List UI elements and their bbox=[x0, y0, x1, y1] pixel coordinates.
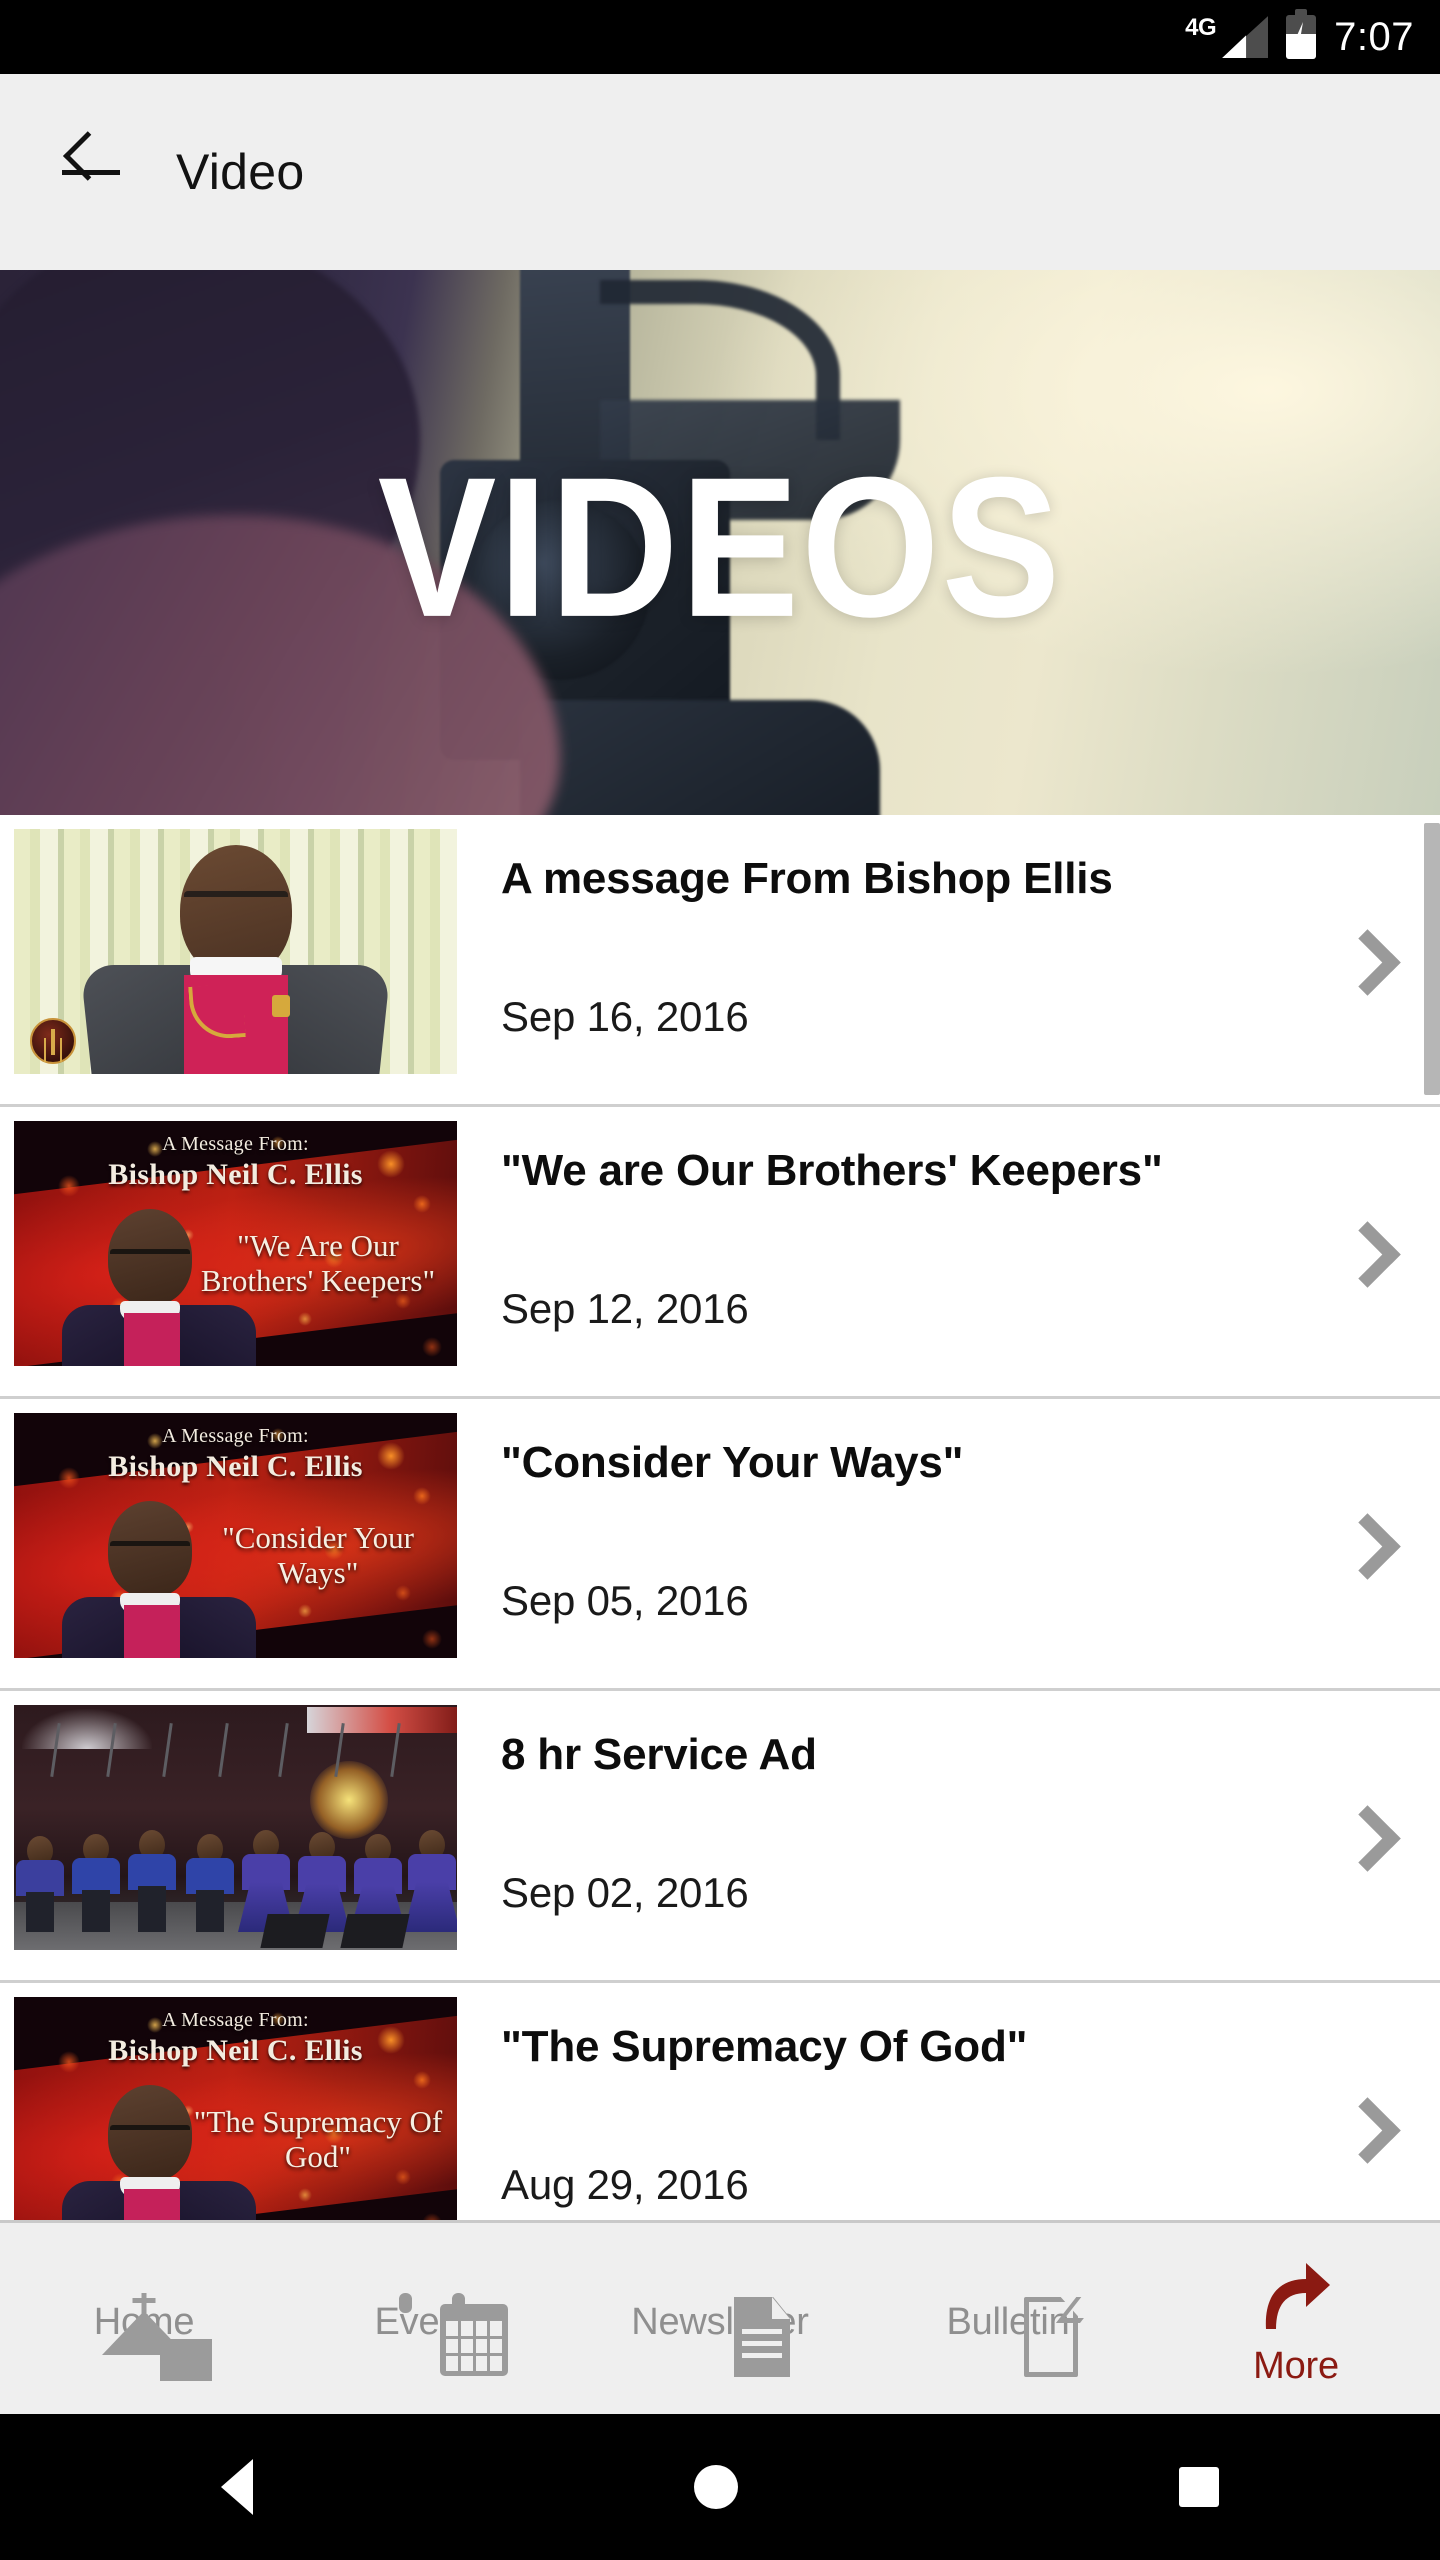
tab-newsletter[interactable]: Newsletter bbox=[576, 2223, 864, 2414]
chevron-right-icon[interactable] bbox=[1342, 2105, 1388, 2151]
video-thumbnail[interactable] bbox=[14, 1705, 457, 1950]
clock-label: 7:07 bbox=[1334, 15, 1414, 59]
video-title: "The Supremacy Of God" bbox=[501, 2022, 1028, 2071]
choir-member bbox=[72, 1834, 120, 1932]
chevron-right-icon[interactable] bbox=[1342, 1521, 1388, 1567]
tab-events[interactable]: Events bbox=[288, 2223, 576, 2414]
thumbnail-art bbox=[14, 829, 457, 1074]
signal-bars-icon bbox=[1222, 16, 1269, 58]
thumbnail-quote: "Consider Your Ways" bbox=[222, 1520, 414, 1590]
video-list-item[interactable]: A message From Bishop Ellis Sep 16, 2016 bbox=[0, 815, 1440, 1104]
chevron-right-icon[interactable] bbox=[1342, 1229, 1388, 1275]
thumbnail-speaker: Bishop Neil C. Ellis bbox=[108, 1158, 363, 1191]
chevron-right-icon[interactable] bbox=[1342, 937, 1388, 983]
thumbnail-speaker: Bishop Neil C. Ellis bbox=[108, 1450, 363, 1483]
chevron-right-icon[interactable] bbox=[1342, 1813, 1388, 1859]
video-list-item[interactable]: 8 hr Service Ad Sep 02, 2016 bbox=[0, 1691, 1440, 1980]
hero-title: VIDEOS bbox=[377, 434, 1063, 658]
android-back-icon[interactable] bbox=[220, 2459, 253, 2515]
thumbnail-speaker: Bishop Neil C. Ellis bbox=[108, 2034, 363, 2067]
video-title: A message From Bishop Ellis bbox=[501, 854, 1113, 903]
video-thumbnail[interactable]: A Message From: Bishop Neil C. Ellis "The… bbox=[14, 1997, 457, 2242]
choir-member bbox=[128, 1830, 176, 1932]
thumbnail-quote: "We Are Our Brothers' Keepers" bbox=[200, 1228, 436, 1298]
choir-member bbox=[16, 1836, 64, 1932]
thumbnail-art: A Message From: Bishop Neil C. Ellis "We … bbox=[14, 1121, 457, 1366]
bottom-tab-bar[interactable]: Home Events Newsletter Bulletin More bbox=[0, 2220, 1440, 2414]
tab-bulletin[interactable]: Bulletin bbox=[864, 2223, 1152, 2414]
video-title: "We are Our Brothers' Keepers" bbox=[501, 1146, 1163, 1195]
video-title: 8 hr Service Ad bbox=[501, 1730, 817, 1779]
curved-arrow-icon bbox=[1254, 2249, 1338, 2337]
video-date: Aug 29, 2016 bbox=[501, 2161, 749, 2209]
android-home-icon[interactable] bbox=[693, 2465, 738, 2509]
back-arrow-icon[interactable] bbox=[62, 148, 120, 196]
choir-member bbox=[404, 1830, 457, 1932]
hero-banner: VIDEOS bbox=[0, 270, 1440, 815]
church-seal-watermark bbox=[30, 1018, 76, 1064]
android-recents-icon[interactable] bbox=[1179, 2467, 1220, 2507]
video-thumbnail[interactable] bbox=[14, 829, 457, 1074]
video-date: Sep 16, 2016 bbox=[501, 993, 749, 1041]
tab-label: More bbox=[1253, 2345, 1339, 2387]
scrollbar-thumb[interactable] bbox=[1424, 823, 1440, 1095]
thumbnail-caption: A Message From: Bishop Neil C. Ellis bbox=[14, 1425, 457, 1485]
video-thumbnail[interactable]: A Message From: Bishop Neil C. Ellis "We … bbox=[14, 1121, 457, 1366]
page-title: Video bbox=[176, 144, 305, 200]
video-title: "Consider Your Ways" bbox=[501, 1438, 964, 1487]
video-date: Sep 12, 2016 bbox=[501, 1285, 749, 1333]
choir-member bbox=[186, 1834, 234, 1932]
thumbnail-quote: "The Supremacy Of God" bbox=[193, 2104, 443, 2174]
video-date: Sep 02, 2016 bbox=[501, 1869, 749, 1917]
video-date: Sep 05, 2016 bbox=[501, 1577, 749, 1625]
thumbnail-caption: A Message From: Bishop Neil C. Ellis bbox=[14, 2009, 457, 2069]
tab-home[interactable]: Home bbox=[0, 2223, 288, 2414]
network-type-label: 4G bbox=[1185, 14, 1217, 41]
video-thumbnail[interactable]: A Message From: Bishop Neil C. Ellis "Con… bbox=[14, 1413, 457, 1658]
thumbnail-art: A Message From: Bishop Neil C. Ellis "Con… bbox=[14, 1413, 457, 1658]
tab-more[interactable]: More bbox=[1152, 2223, 1440, 2414]
thumbnail-art: A Message From: Bishop Neil C. Ellis "The… bbox=[14, 1997, 457, 2242]
app-bar: Video bbox=[0, 74, 1440, 270]
android-system-nav bbox=[0, 2414, 1440, 2560]
thumbnail-caption: A Message From: Bishop Neil C. Ellis bbox=[14, 1133, 457, 1193]
thumbnail-art bbox=[14, 1705, 457, 1950]
video-list-item[interactable]: A Message From: Bishop Neil C. Ellis "We … bbox=[0, 1107, 1440, 1396]
status-bar: 4G 7:07 bbox=[0, 0, 1440, 74]
video-list[interactable]: A message From Bishop Ellis Sep 16, 2016… bbox=[0, 815, 1440, 2272]
video-list-item[interactable]: A Message From: Bishop Neil C. Ellis "Con… bbox=[0, 1399, 1440, 1688]
battery-charging-icon bbox=[1286, 9, 1317, 59]
